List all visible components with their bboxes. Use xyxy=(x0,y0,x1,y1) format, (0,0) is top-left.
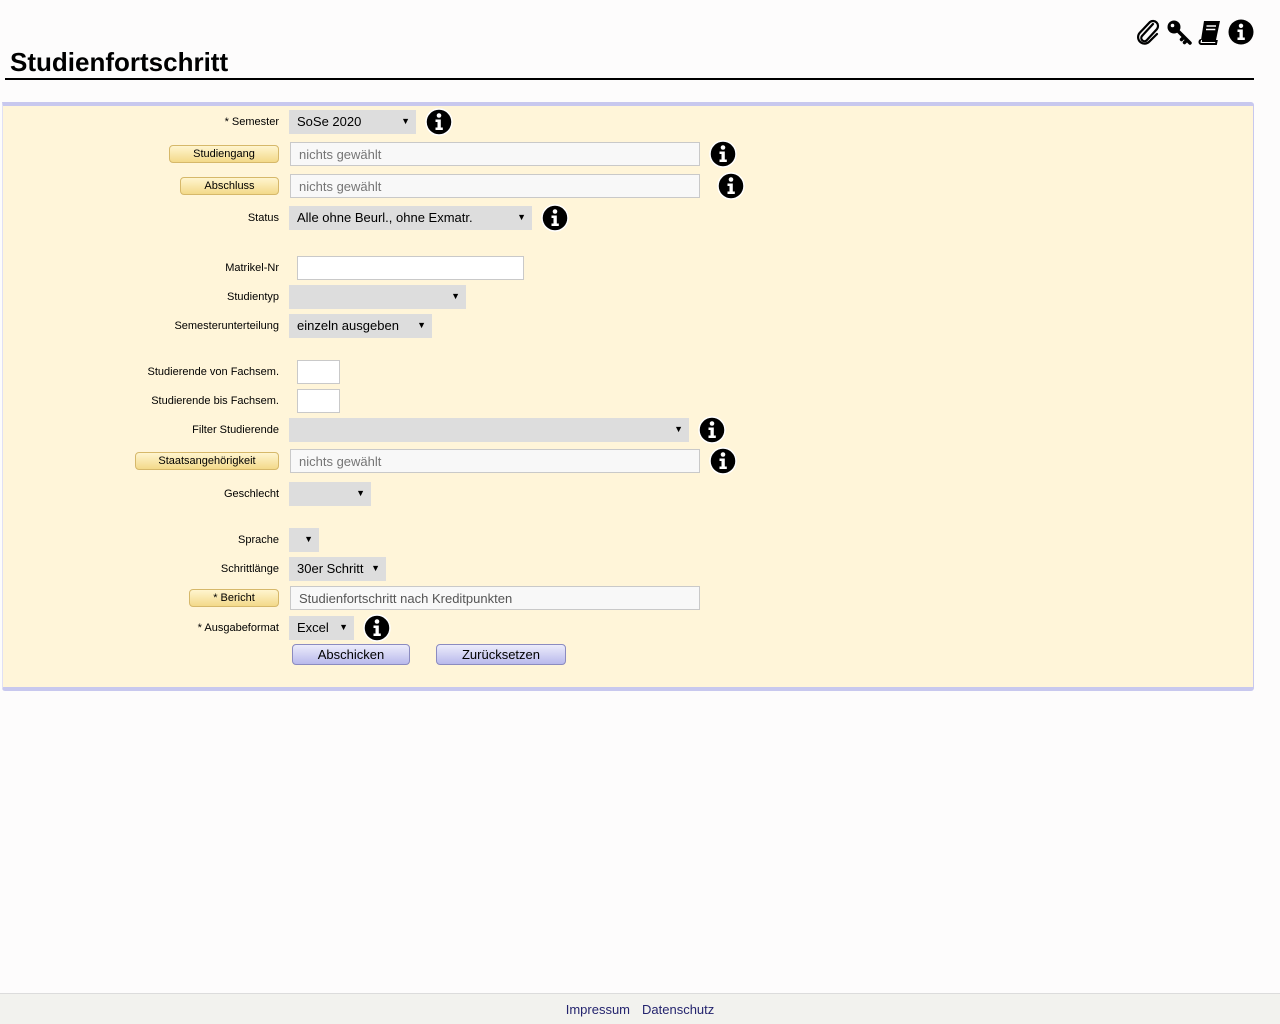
semester-label: * Semester xyxy=(224,116,279,128)
row-ausgabeformat: * Ausgabeformat Excel ▼ xyxy=(3,614,1253,642)
row-staatsangehoerigkeit: Staatsangehörigkeit xyxy=(3,447,1253,475)
dropdown-arrow-icon: ▼ xyxy=(401,116,410,126)
matrikel-label: Matrikel-Nr xyxy=(225,262,279,274)
bis-fachsem-input[interactable] xyxy=(297,389,340,413)
row-bis-fachsem: Studierende bis Fachsem. xyxy=(3,389,1253,413)
reset-button[interactable]: Zurücksetzen xyxy=(436,644,566,665)
studiengang-info-icon[interactable] xyxy=(709,140,737,168)
matrikel-input[interactable] xyxy=(297,256,524,280)
info-icon[interactable] xyxy=(1227,17,1255,47)
row-abschluss: Abschluss xyxy=(3,172,1253,200)
ausgabeformat-info-icon[interactable] xyxy=(363,614,391,642)
top-toolbar xyxy=(1134,17,1255,47)
row-actions: Abschicken Zurücksetzen xyxy=(3,644,1253,668)
row-studiengang: Studiengang xyxy=(3,140,1253,168)
ausgabeformat-label: * Ausgabeformat xyxy=(197,622,279,634)
row-matrikel: Matrikel-Nr xyxy=(3,256,1253,280)
sprache-label: Sprache xyxy=(238,534,279,546)
abschluss-button[interactable]: Abschluss xyxy=(180,177,279,195)
geschlecht-label: Geschlecht xyxy=(223,488,279,500)
von-fachsem-input[interactable] xyxy=(297,360,340,384)
row-studientyp: Studientyp ▼ xyxy=(3,285,1253,309)
status-select[interactable]: Alle ohne Beurl., ohne Exmatr. ▼ xyxy=(289,206,532,230)
dropdown-arrow-icon: ▼ xyxy=(417,320,426,330)
status-label: Status xyxy=(247,212,279,224)
bericht-input[interactable] xyxy=(290,586,700,610)
semester-select[interactable]: SoSe 2020 ▼ xyxy=(289,110,416,134)
datenschutz-link[interactable]: Datenschutz xyxy=(642,1002,714,1017)
row-semesterunterteilung: Semesterunterteilung einzeln ausgeben ▼ xyxy=(3,314,1253,338)
studientyp-select[interactable]: ▼ xyxy=(289,285,466,309)
semester-info-icon[interactable] xyxy=(425,108,453,136)
row-von-fachsem: Studierende von Fachsem. xyxy=(3,360,1253,384)
dropdown-arrow-icon: ▼ xyxy=(517,212,526,222)
abschluss-info-icon[interactable] xyxy=(717,172,745,200)
dropdown-arrow-icon: ▼ xyxy=(674,424,683,434)
geschlecht-select[interactable]: ▼ xyxy=(289,482,371,506)
query-form: * Semester SoSe 2020▼ Studiengang Abschl… xyxy=(2,102,1254,691)
staatsangehoerigkeit-input[interactable] xyxy=(290,449,700,473)
dropdown-arrow-icon: ▼ xyxy=(356,488,365,498)
sprache-select[interactable]: ▼ xyxy=(289,528,319,552)
row-bericht: * Bericht xyxy=(3,586,1253,610)
dropdown-arrow-icon: ▼ xyxy=(451,291,460,301)
submit-button[interactable]: Abschicken xyxy=(292,644,410,665)
dropdown-arrow-icon: ▼ xyxy=(339,622,348,632)
von-fachsem-label: Studierende von Fachsem. xyxy=(147,366,279,378)
row-semester: * Semester SoSe 2020 ▼ xyxy=(3,108,1253,136)
row-sprache: Sprache ▼ xyxy=(3,528,1253,552)
book-icon[interactable] xyxy=(1196,17,1224,47)
dropdown-arrow-icon: ▼ xyxy=(304,534,313,544)
bis-fachsem-label: Studierende bis Fachsem. xyxy=(151,395,279,407)
ausgabeformat-select[interactable]: Excel ▼ xyxy=(289,616,354,640)
row-status: Status Alle ohne Beurl., ohne Exmatr. ▼ xyxy=(3,204,1253,232)
filter-studierende-select[interactable]: ▼ xyxy=(289,418,689,442)
key-icon[interactable] xyxy=(1165,17,1193,47)
filter-studierende-label: Filter Studierende xyxy=(192,424,279,436)
staatsangehoerigkeit-info-icon[interactable] xyxy=(709,447,737,475)
staatsangehoerigkeit-button[interactable]: Staatsangehörigkeit xyxy=(135,452,279,470)
row-schrittlaenge: Schrittlänge 30er Schritt ▼ xyxy=(3,557,1253,581)
title-divider xyxy=(5,78,1254,80)
schrittlaenge-select[interactable]: 30er Schritt ▼ xyxy=(289,557,386,581)
filter-studierende-info-icon[interactable] xyxy=(698,416,726,444)
paperclip-icon[interactable] xyxy=(1134,17,1162,47)
page-title: Studienfortschritt xyxy=(10,47,229,77)
row-geschlecht: Geschlecht ▼ xyxy=(3,482,1253,506)
semesterunterteilung-label: Semesterunterteilung xyxy=(174,320,279,332)
schrittlaenge-label: Schrittlänge xyxy=(220,563,279,575)
studientyp-label: Studientyp xyxy=(227,291,279,303)
status-info-icon[interactable] xyxy=(541,204,569,232)
row-filter-studierende: Filter Studierende ▼ xyxy=(3,416,1253,444)
footer: Impressum Datenschutz xyxy=(0,993,1280,1024)
studiengang-button[interactable]: Studiengang xyxy=(169,145,279,163)
dropdown-arrow-icon: ▼ xyxy=(371,563,380,573)
studiengang-input[interactable] xyxy=(290,142,700,166)
impressum-link[interactable]: Impressum xyxy=(566,1002,630,1017)
semesterunterteilung-select[interactable]: einzeln ausgeben ▼ xyxy=(289,314,432,338)
abschluss-input[interactable] xyxy=(290,174,700,198)
bericht-button[interactable]: * Bericht xyxy=(189,589,279,607)
